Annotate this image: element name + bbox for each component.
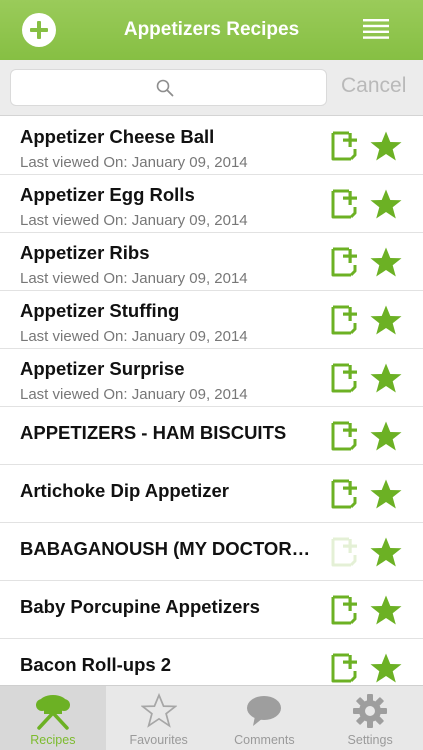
star-outline-icon [139,692,179,730]
last-viewed-text: Last viewed On: January 09, 2014 [20,212,248,229]
tab-bar: Recipes Favourites Comments Settings [0,685,423,750]
favourite-star-icon[interactable] [369,420,403,454]
recipe-title: APPETIZERS - HAM BISCUITS [20,422,287,443]
speech-bubble-icon [244,692,284,730]
favourite-star-icon[interactable] [369,304,403,338]
favourite-star-icon[interactable] [369,652,403,685]
recipe-row[interactable]: Bacon Roll-ups 2 [0,639,423,685]
favourite-star-icon[interactable] [369,594,403,628]
add-note-icon[interactable] [329,187,363,221]
add-note-icon[interactable] [329,477,363,511]
cancel-button[interactable]: Cancel [341,74,406,98]
recipe-title: Appetizer Cheese Ball [20,126,215,147]
list-menu-icon[interactable] [363,19,389,39]
add-note-icon[interactable] [329,593,363,627]
last-viewed-text: Last viewed On: January 09, 2014 [20,270,248,287]
add-note-icon[interactable] [329,361,363,395]
tab-recipes[interactable]: Recipes [0,686,106,750]
last-viewed-text: Last viewed On: January 09, 2014 [20,154,248,171]
page-title: Appetizers Recipes [123,19,300,40]
favourite-star-icon[interactable] [369,188,403,222]
recipe-title: Bacon Roll-ups 2 [20,654,172,675]
add-recipe-button[interactable] [22,13,56,47]
tab-label: Settings [347,733,393,747]
recipe-row[interactable]: APPETIZERS - HAM BISCUITS [0,407,423,465]
recipe-title: Baby Porcupine Appetizers [20,596,260,617]
tab-label: Recipes [30,733,76,747]
tab-comments[interactable]: Comments [212,686,318,750]
recipe-title: Appetizer Stuffing [20,300,180,321]
recipe-row[interactable]: Appetizer Cheese Ball Last viewed On: Ja… [0,117,423,175]
tab-favourites[interactable]: Favourites [106,686,212,750]
chef-utensils-icon [33,692,73,730]
recipe-title: BABAGANOUSH (MY DOCTOR… [20,538,311,559]
recipe-list[interactable]: Appetizer Cheese Ball Last viewed On: Ja… [0,117,423,685]
recipe-row[interactable]: Appetizer Egg Rolls Last viewed On: Janu… [0,175,423,233]
recipe-title: Appetizer Surprise [20,358,185,379]
plus-circle-icon [30,21,48,39]
recipe-title: Appetizer Egg Rolls [20,184,195,205]
add-note-icon[interactable] [329,535,363,569]
favourite-star-icon[interactable] [369,130,403,164]
recipe-row[interactable]: BABAGANOUSH (MY DOCTOR… [0,523,423,581]
favourite-star-icon[interactable] [369,478,403,512]
tab-settings[interactable]: Settings [317,686,423,750]
add-note-icon[interactable] [329,303,363,337]
tab-label: Comments [234,733,295,747]
recipe-row[interactable]: Appetizer Surprise Last viewed On: Janua… [0,349,423,407]
add-note-icon[interactable] [329,245,363,279]
favourite-star-icon[interactable] [369,536,403,570]
recipe-title: Artichoke Dip Appetizer [20,480,230,501]
add-note-icon[interactable] [329,419,363,453]
favourite-star-icon[interactable] [369,246,403,280]
last-viewed-text: Last viewed On: January 09, 2014 [20,328,248,345]
recipe-row[interactable]: Artichoke Dip Appetizer [0,465,423,523]
recipe-row[interactable]: Appetizer Ribs Last viewed On: January 0… [0,233,423,291]
last-viewed-text: Last viewed On: January 09, 2014 [20,386,248,403]
recipe-row[interactable]: Appetizer Stuffing Last viewed On: Janua… [0,291,423,349]
search-bar: Cancel [0,60,423,116]
recipe-title: Appetizer Ribs [20,242,150,263]
favourite-star-icon[interactable] [369,362,403,396]
search-field[interactable] [10,69,327,106]
search-input[interactable] [11,70,326,105]
add-note-icon[interactable] [329,651,363,685]
recipe-row[interactable]: Baby Porcupine Appetizers [0,581,423,639]
tab-label: Favourites [129,733,188,747]
nav-bar: Appetizers Recipes [0,0,423,60]
gear-icon [350,692,390,730]
add-note-icon[interactable] [329,129,363,163]
